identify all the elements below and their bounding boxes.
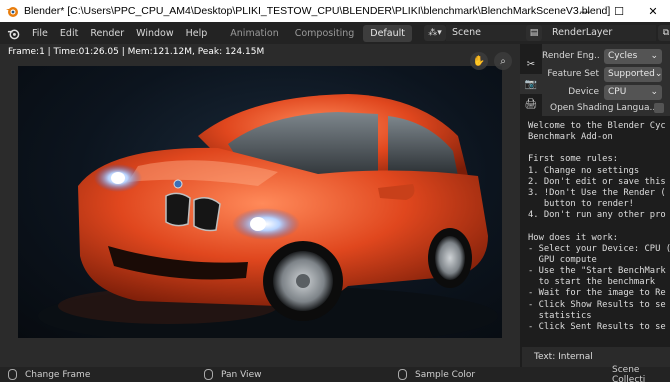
text-line: First some rules: <box>528 154 619 165</box>
render-properties-icon[interactable]: 📷 <box>520 74 542 94</box>
render-engine-value: Cycles <box>608 50 638 61</box>
device-label: Device <box>568 87 599 97</box>
text-line <box>528 221 670 232</box>
text-line: - Select your Device: CPU ( <box>528 243 670 254</box>
text-line: - Wait for the image to Re <box>528 288 666 299</box>
pan-hand-icon[interactable]: ✋ <box>470 52 488 70</box>
chevron-down-icon: ⌄ <box>650 50 658 61</box>
status-scene-collection: Scene Collecti <box>612 364 646 382</box>
tab-animation[interactable]: Animation <box>223 25 285 42</box>
feature-set-value: Supported <box>608 68 655 79</box>
text-line: button to render! <box>528 199 634 210</box>
text-line: Benchmark Add-on <box>528 132 613 143</box>
status-change-frame: Change Frame <box>8 367 90 382</box>
text-line: Welcome to the Blender Cyc <box>528 121 666 131</box>
tool-settings-icon[interactable]: ✂ <box>520 54 542 74</box>
scene-icon[interactable]: ⁂▾ <box>423 25 446 41</box>
mouse-middle-icon <box>204 369 213 380</box>
mouse-left-icon <box>8 369 17 380</box>
chevron-down-icon: ⌄ <box>654 68 663 79</box>
blender-menu-icon[interactable] <box>6 26 20 40</box>
tab-compositing[interactable]: Compositing <box>288 25 362 42</box>
status-middle-label: Pan View <box>221 369 262 380</box>
output-properties-icon[interactable]: 🖨 <box>520 94 542 114</box>
text-line: to start the benchmark <box>528 277 656 288</box>
device-value: CPU <box>608 86 627 97</box>
render-result-image <box>18 66 502 338</box>
text-line: How does it work: <box>528 232 619 243</box>
view-layer-name[interactable]: RenderLayer <box>546 25 656 41</box>
status-left-label: Change Frame <box>25 369 91 380</box>
render-viewport[interactable]: Frame:1 | Time:01:26.05 | Mem:121.12M, P… <box>0 44 520 367</box>
chevron-down-icon: ⌄ <box>650 86 658 97</box>
menu-edit[interactable]: Edit <box>54 28 84 39</box>
close-button[interactable]: ✕ <box>636 0 670 22</box>
status-bar: Change Frame Pan View Sample Color Scene… <box>0 364 670 382</box>
text-editor-content[interactable]: Welcome to the Blender Cyc Benchmark Add-… <box>528 121 670 333</box>
render-info: Frame:1 | Time:01:26.05 | Mem:121.12M, P… <box>8 47 265 57</box>
feature-set-label: Feature Set <box>547 69 599 79</box>
maximize-button[interactable]: ☐ <box>602 0 636 22</box>
view-layer-selector[interactable]: ▤ RenderLayer ⧉ ✕ <box>524 25 670 41</box>
window-title: Blender* [C:\Users\PPC_CPU_AM4\Desktop\P… <box>24 5 611 17</box>
blender-logo-icon <box>4 3 20 19</box>
text-line <box>528 143 670 154</box>
copy-layer-icon[interactable]: ⧉ <box>658 25 670 41</box>
minimize-button[interactable]: — <box>568 0 602 22</box>
text-editor[interactable]: Welcome to the Blender Cyc Benchmark Add-… <box>522 117 670 347</box>
menu-render[interactable]: Render <box>84 28 130 39</box>
feature-set-dropdown[interactable]: Supported ⌄ <box>604 66 663 82</box>
text-line: - Use the "Start BenchMark <box>528 266 666 277</box>
text-line: 1. Change no settings <box>528 165 640 176</box>
status-pan-view: Pan View <box>204 367 261 382</box>
zoom-icon[interactable]: ⌕ <box>494 52 512 70</box>
menu-help[interactable]: Help <box>180 28 214 39</box>
menu-window[interactable]: Window <box>130 28 179 39</box>
open-shading-checkbox[interactable] <box>654 103 664 113</box>
text-line: - Click Show Results to se <box>528 299 666 310</box>
top-menu-bar: File Edit Render Window Help Animation C… <box>0 22 670 44</box>
render-engine-dropdown[interactable]: Cycles ⌄ <box>604 48 662 64</box>
view-layer-icon[interactable]: ▤ <box>526 25 542 41</box>
window-title-bar: Blender* [C:\Users\PPC_CPU_AM4\Desktop\P… <box>0 0 670 22</box>
mouse-right-icon <box>398 369 407 380</box>
text-line: 2. Don't edit or save this <box>528 176 666 187</box>
status-right-label: Sample Color <box>415 369 476 380</box>
text-line: 3. !Don't Use the Render ( <box>528 187 666 198</box>
open-shading-row: Open Shading Langua... <box>542 100 670 116</box>
open-shading-label: Open Shading Langua... <box>550 103 654 113</box>
text-line: - Click Sent Results to se <box>528 321 666 332</box>
text-line: GPU compute <box>528 254 597 265</box>
menu-file[interactable]: File <box>26 28 54 39</box>
render-engine-label: Render Eng.. <box>542 51 600 61</box>
tab-default[interactable]: Default <box>363 24 412 42</box>
device-dropdown[interactable]: CPU ⌄ <box>604 84 662 100</box>
status-sample-color: Sample Color <box>398 367 475 382</box>
text-line: 4. Don't run any other pro <box>528 210 666 221</box>
text-line: statistics <box>528 310 592 321</box>
